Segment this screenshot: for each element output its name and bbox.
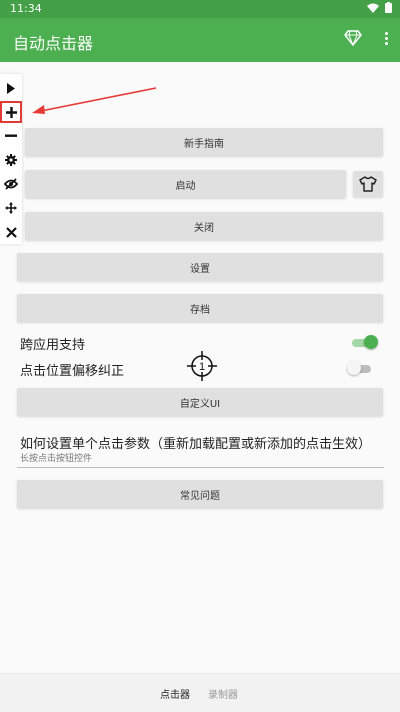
stop-button[interactable]: 关闭 [25, 212, 383, 240]
bottom-navigation: 点击器 录制器 [0, 673, 400, 712]
minus-icon[interactable] [2, 127, 20, 145]
more-options-icon[interactable] [382, 30, 390, 50]
move-icon[interactable] [2, 199, 20, 217]
help-title: 如何设置单个点击参数（重新加载配置或新添加的点击生效） [20, 437, 372, 452]
nav-clicker[interactable]: 点击器 [160, 686, 190, 701]
svg-text:1: 1 [199, 361, 205, 373]
help-subtitle: 长按点击按钮控件 [20, 454, 93, 464]
guide-button[interactable]: 新手指南 [25, 128, 383, 156]
custom-ui-button[interactable]: 自定义UI [17, 388, 383, 416]
app-title: 自动点击器 [13, 34, 94, 53]
shirt-icon [359, 176, 377, 192]
faq-button[interactable]: 常见问题 [17, 480, 383, 508]
divider [17, 467, 384, 468]
offset-fix-label: 点击位置偏移纠正 [20, 364, 125, 379]
cross-app-label: 跨应用支持 [20, 338, 86, 353]
cross-app-switch[interactable] [352, 335, 378, 349]
gear-icon[interactable] [2, 151, 20, 169]
close-icon[interactable] [2, 223, 20, 241]
status-bar: 11:34 [0, 0, 400, 18]
crosshair-icon: 1 [187, 351, 217, 381]
annotation-arrow [32, 87, 157, 114]
start-button[interactable]: 启动 [25, 170, 346, 198]
nav-recorder[interactable]: 录制器 [208, 686, 238, 701]
app-bar: 自动点击器 [0, 18, 400, 62]
offset-fix-switch[interactable] [347, 361, 373, 375]
eye-off-icon[interactable] [2, 175, 20, 193]
floating-toolbar [0, 74, 22, 244]
settings-button[interactable]: 设置 [17, 253, 383, 281]
wifi-icon [367, 3, 379, 13]
battery-icon [385, 2, 392, 13]
theme-button[interactable] [353, 171, 383, 197]
status-time: 11:34 [10, 2, 42, 15]
gem-icon[interactable] [344, 30, 362, 46]
archive-button[interactable]: 存档 [17, 294, 383, 322]
status-icons [367, 2, 392, 13]
plus-icon[interactable] [0, 101, 22, 123]
play-icon[interactable] [2, 79, 20, 97]
